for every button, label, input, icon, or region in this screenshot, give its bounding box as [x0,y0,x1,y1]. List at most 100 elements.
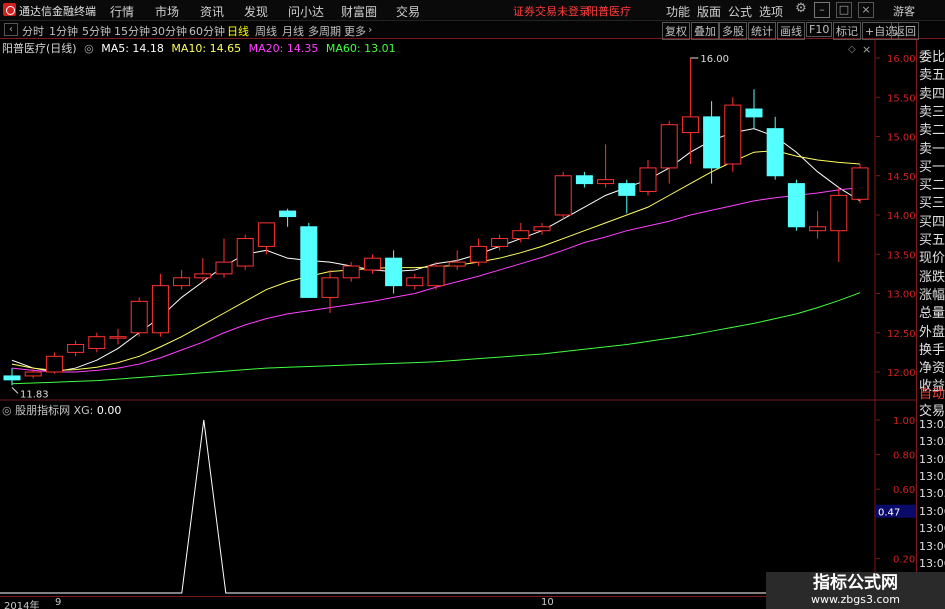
candle-up [639,167,657,192]
candle-up [830,194,848,232]
high-annotation: 16.00 [700,54,729,65]
candle-up [512,230,530,240]
candle-up [597,179,615,185]
candle-down [745,108,763,118]
price-tick-label: 16.00 [887,54,916,65]
date-month-10: 10 [541,597,554,608]
candle-up [109,336,127,339]
candle-up [363,257,381,271]
candle-up [130,300,148,334]
side-row-11: 现价 [919,251,945,267]
side-lower-row-3: 13:05 [919,435,945,449]
candle-up [236,238,254,267]
xg-tick-label: 1.00 [893,416,915,427]
candle-up [406,277,424,287]
price-tick-label: 15.50 [887,93,916,104]
candle-up [88,336,106,349]
side-row-12: 涨跌 [919,269,945,285]
side-row-17: 净资 [919,361,945,377]
candle-up [660,124,678,169]
quote-side-panel: 委比 卖五 卖四 卖三 卖二 卖一 买一 买二 买三 买四 买五 现价 涨跌 涨幅 总量 外盘 换手 净资 收益 自动… [916,40,945,609]
side-lower-row-5: 13:05 [919,470,945,483]
side-row-3: 卖三 [919,104,945,120]
candle-down [385,257,403,287]
ma-line-1 [11,150,861,371]
date-year: 2014年 [4,601,40,609]
candle-up [194,273,212,279]
candle-down [575,175,593,185]
candle-down [3,375,21,381]
side-row-8: 买三 [919,196,945,212]
indicator-xg-label: XG: [73,404,94,417]
price-tick-label: 13.00 [887,290,916,301]
low-annotation: 11.83 [20,389,49,400]
xg-tick-label: 0.60 [893,485,915,496]
watermark-url: www.zbgs3.com [811,593,900,606]
side-lower-row-4: 13:05 [919,452,945,466]
side-row-10: 买五 [919,233,945,248]
candle-up [533,226,551,232]
side-lower-row-6: 13:05 [919,487,945,501]
xg-tick-label: 0.80 [893,451,915,462]
candle-up [67,344,85,353]
side-row-1: 卖五 [919,68,945,84]
side-row-7: 买二 [919,178,945,194]
candle-up [469,245,487,263]
side-row-15: 外盘 [919,324,945,340]
candle-down [618,183,636,196]
candle-down [300,226,318,298]
side-lower-row-0: 自动 [919,387,945,402]
price-tick-label: 13.50 [887,250,916,261]
xg-line [0,419,875,594]
candle-up [215,261,233,275]
side-row-6: 买一 [919,159,945,175]
price-tick-label: 14.50 [887,172,916,183]
low-pointer [11,386,19,394]
side-row-4: 卖二 [919,123,945,139]
price-tick-label: 12.50 [887,329,916,340]
candle-up [724,104,742,165]
candle-up [24,371,42,377]
price-tick-label: 12.00 [887,368,916,379]
side-lower-row-7: 13:06 [919,504,945,518]
indicator-toggle-icon[interactable]: ◎ [2,404,12,417]
candle-up [45,355,63,373]
side-lower-row-8: 13:06 [919,522,945,536]
price-tick-label: 15.00 [887,133,916,144]
side-row-9: 买四 [919,214,945,230]
close-panel-icon[interactable]: × [862,43,871,56]
candle-down [703,116,721,169]
xg-tick-label: 0.20 [893,554,915,565]
xg-current-value: 0.47 [878,508,900,519]
watermark-title: 指标公式网 [813,573,898,593]
candle-up [427,265,445,287]
indicator-label: ◎ 股朋指标网 XG: 0.00 [2,402,121,418]
candle-down [766,128,784,177]
candle-up [681,116,699,134]
side-lower-row-10: 13:06 [919,557,945,570]
candle-up [448,261,466,267]
side-row-13: 涨幅 [919,287,945,303]
candle-up [257,222,275,247]
side-row-16: 换手 [919,342,945,358]
side-lower-row-1: 交易 [919,404,945,420]
candle-up [151,285,169,334]
candle-up [554,175,572,216]
candle-down [279,210,297,218]
side-row-5: 卖一 [919,141,945,157]
candle-up [342,265,360,279]
kline-chart[interactable]: ◇ × 16.00 15.50 15.00 14.50 14.00 13.50 13.00 1… [0,0,916,596]
side-lower-row-2: 13:05 [919,417,945,431]
date-month-9: 9 [55,597,62,608]
side-row-2: 卖四 [919,86,945,102]
price-tick-label: 14.00 [887,211,916,222]
candle-up [321,277,339,298]
side-row-0: 委比 [919,50,945,65]
candle-up [851,167,869,200]
indicator-name: 股朋指标网 [15,404,71,417]
side-lower-row-9: 13:06 [919,539,945,553]
candle-up [173,277,191,287]
indicator-xg-value: 0.00 [96,404,122,417]
diamond-icon: ◇ [848,44,856,55]
candle-up [809,226,827,232]
